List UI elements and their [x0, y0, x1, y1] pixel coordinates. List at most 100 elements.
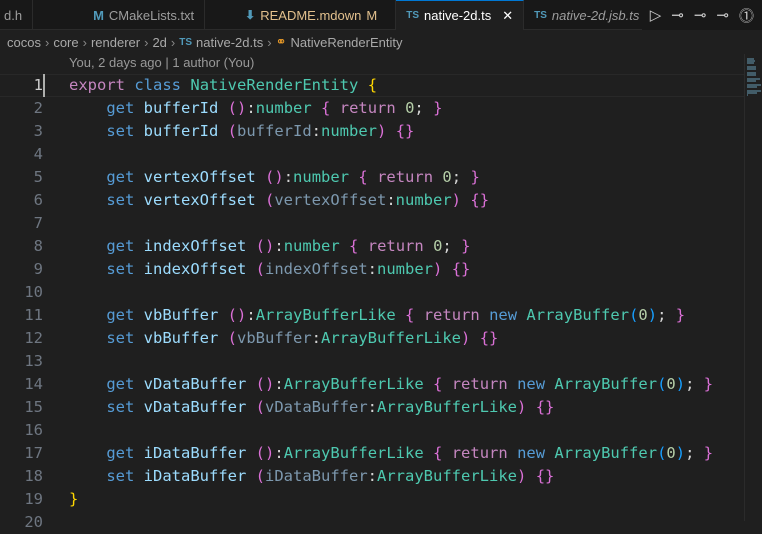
- tab-readme[interactable]: ⬇README.mdownM: [205, 0, 396, 30]
- code-line[interactable]: 14 get vDataBuffer ():ArrayBufferLike { …: [0, 373, 744, 396]
- code-token: [508, 444, 517, 462]
- git-commit-icon[interactable]: ⊸: [694, 6, 707, 24]
- code-token: [396, 99, 405, 117]
- code-line[interactable]: 4: [0, 143, 744, 166]
- minimap-line: [747, 74, 756, 76]
- code-token: [358, 237, 367, 255]
- code-token: (: [228, 99, 237, 117]
- line-number: 17: [0, 442, 43, 465]
- code-token: [134, 191, 143, 209]
- tab-native-2d-ts[interactable]: TSnative-2d.ts✕: [396, 0, 524, 30]
- code-token: ArrayBufferLike: [377, 398, 517, 416]
- code-token: 0: [666, 375, 675, 393]
- code-token: [480, 306, 489, 324]
- code-token: [69, 444, 106, 462]
- line-number: 20: [0, 511, 43, 534]
- code-token: number: [256, 99, 312, 117]
- code-token: (: [228, 122, 237, 140]
- markdown-file-icon: ⬇: [245, 8, 255, 22]
- line-number: 2: [0, 97, 43, 120]
- chevron-right-icon: ›: [144, 35, 148, 50]
- code-token: [396, 306, 405, 324]
- breadcrumb-item[interactable]: cocos: [7, 35, 41, 50]
- code-token: get: [106, 444, 134, 462]
- code-token: [181, 76, 190, 94]
- breadcrumb-item[interactable]: renderer: [91, 35, 140, 50]
- code-line[interactable]: 18 set iDataBuffer (iDataBuffer:ArrayBuf…: [0, 465, 744, 488]
- code-line[interactable]: 12 set vbBuffer (vbBuffer:ArrayBufferLik…: [0, 327, 744, 350]
- code-token: [386, 122, 395, 140]
- code-line[interactable]: 7: [0, 212, 744, 235]
- code-line[interactable]: 19}: [0, 488, 744, 511]
- line-number: 19: [0, 488, 43, 511]
- tab-label: native-2d.jsb.ts: [552, 8, 639, 23]
- code-line[interactable]: 9 set indexOffset (indexOffset:number) {…: [0, 258, 744, 281]
- code-token: vertexOffset: [274, 191, 386, 209]
- code-token: indexOffset: [144, 260, 247, 278]
- code-token: [368, 168, 377, 186]
- code-token: }: [461, 260, 470, 278]
- code-line[interactable]: 15 set vDataBuffer (vDataBuffer:ArrayBuf…: [0, 396, 744, 419]
- code-line[interactable]: 5 get vertexOffset ():number { return 0;…: [0, 166, 744, 189]
- code-token: [433, 168, 442, 186]
- code-token: [246, 467, 255, 485]
- code-line[interactable]: 13: [0, 350, 744, 373]
- code-line[interactable]: 20: [0, 511, 744, 534]
- code-token: ): [274, 168, 283, 186]
- tab-d-h[interactable]: d.h: [0, 0, 33, 30]
- code-line[interactable]: 3 set bufferId (bufferId:number) {}: [0, 120, 744, 143]
- code-token: :: [246, 99, 255, 117]
- breadcrumb-item[interactable]: 2d: [152, 35, 166, 50]
- line-number: 14: [0, 373, 43, 396]
- code-line[interactable]: 16: [0, 419, 744, 442]
- code-token: vbBuffer: [237, 329, 312, 347]
- code-token: {: [470, 191, 479, 209]
- code-line[interactable]: 17 get iDataBuffer ():ArrayBufferLike { …: [0, 442, 744, 465]
- line-code: set indexOffset (indexOffset:number) {}: [43, 258, 470, 281]
- code-token: }: [545, 467, 554, 485]
- close-icon[interactable]: ✕: [502, 8, 513, 24]
- code-token: ): [265, 237, 274, 255]
- code-editor[interactable]: 1export class NativeRenderEntity {2 get …: [0, 74, 744, 534]
- tab-label: README.mdown: [260, 8, 361, 23]
- code-token: }: [461, 237, 470, 255]
- code-token: [256, 191, 265, 209]
- code-token: {: [358, 168, 367, 186]
- code-token: :: [312, 122, 321, 140]
- code-line[interactable]: 8 get indexOffset ():number { return 0; …: [0, 235, 744, 258]
- code-line[interactable]: 11 get vbBuffer ():ArrayBufferLike { ret…: [0, 304, 744, 327]
- line-code: get vDataBuffer ():ArrayBufferLike { ret…: [43, 373, 713, 396]
- code-token: get: [106, 237, 134, 255]
- breadcrumb-item[interactable]: native-2d.ts: [196, 35, 263, 50]
- code-token: [442, 260, 451, 278]
- code-line[interactable]: 6 set vertexOffset (vertexOffset:number)…: [0, 189, 744, 212]
- git-compare-icon[interactable]: ⓵: [739, 5, 754, 26]
- code-line[interactable]: 2 get bufferId ():number { return 0; }: [0, 97, 744, 120]
- code-token: [246, 260, 255, 278]
- git-next-change-icon[interactable]: ⊸: [716, 6, 729, 24]
- typescript-file-icon: TS: [179, 37, 192, 48]
- code-token: {: [396, 122, 405, 140]
- run-icon[interactable]: ▷: [650, 6, 662, 24]
- line-code: [43, 281, 69, 304]
- minimap[interactable]: [744, 54, 762, 521]
- line-number: 16: [0, 419, 43, 442]
- minimap-line: [747, 80, 756, 82]
- git-previous-change-icon[interactable]: ⊸: [671, 6, 684, 24]
- typescript-file-icon: TS: [534, 10, 547, 21]
- code-token: :: [284, 168, 293, 186]
- code-line[interactable]: 10: [0, 281, 744, 304]
- code-line[interactable]: 1export class NativeRenderEntity {: [0, 74, 744, 97]
- code-token: [246, 375, 255, 393]
- code-token: {: [349, 237, 358, 255]
- class-symbol-icon: ⚭: [276, 34, 287, 50]
- codelens-git-blame[interactable]: You, 2 days ago | 1 author (You): [69, 55, 254, 70]
- code-token: vertexOffset: [144, 168, 256, 186]
- chevron-right-icon: ›: [83, 35, 87, 50]
- code-token: [134, 398, 143, 416]
- breadcrumb-item[interactable]: NativeRenderEntity: [290, 35, 402, 50]
- code-token: [69, 329, 106, 347]
- tab-cmakelists[interactable]: MCMakeLists.txt: [33, 0, 205, 30]
- line-number: 3: [0, 120, 43, 143]
- breadcrumb-item[interactable]: core: [53, 35, 78, 50]
